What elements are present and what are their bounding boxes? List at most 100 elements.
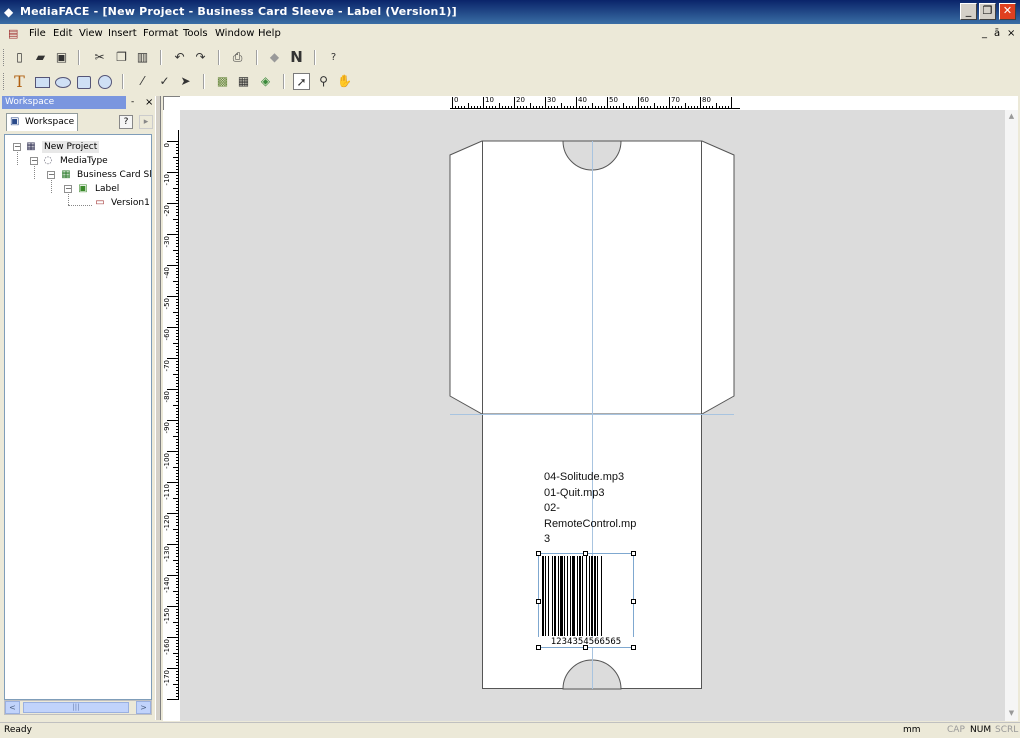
mdi-close-button[interactable]: × — [1007, 28, 1015, 40]
mdi-minimize-button[interactable]: _ — [982, 28, 987, 40]
tree-horizontal-scrollbar[interactable]: < ||| > — [4, 700, 152, 715]
ruler-label: -100 — [163, 453, 171, 469]
panel-close-button[interactable]: × — [145, 96, 153, 109]
design-canvas[interactable]: 04-Solitude.mp3 01-Quit.mp3 02- RemoteCo… — [180, 110, 1005, 721]
business-card-icon: ▦ — [61, 169, 71, 180]
ruler-label: -70 — [163, 360, 171, 372]
resize-handle[interactable] — [536, 551, 541, 556]
toolbar-separator — [78, 50, 80, 65]
minimize-button[interactable]: _ — [960, 3, 977, 20]
ruler-label: -80 — [163, 391, 171, 403]
n-icon[interactable]: N — [288, 49, 305, 66]
barcode-tool-icon[interactable]: ▦ — [235, 73, 252, 90]
barcode-object[interactable]: 1234354566565 — [536, 551, 636, 650]
panel-splitter[interactable] — [155, 96, 161, 720]
ruler-label: -50 — [163, 298, 171, 310]
open-icon[interactable]: ▰ — [32, 49, 49, 66]
tree-node-business-card-sleeve[interactable]: Business Card Sleeve — [77, 169, 151, 181]
workspace-nav-button[interactable]: ▸ — [139, 115, 153, 129]
toolbar-grip[interactable] — [3, 73, 7, 90]
hand-tool-icon[interactable]: ✋ — [336, 73, 353, 90]
tree-node-version1[interactable]: Version1 — [111, 197, 150, 209]
scroll-thumb[interactable]: ||| — [23, 702, 129, 713]
tab-workspace[interactable]: ▣ Workspace — [6, 113, 78, 131]
resize-handle[interactable] — [631, 551, 636, 556]
panel-pin-button[interactable]: - — [131, 96, 134, 109]
new-icon[interactable]: ▯ — [11, 49, 28, 66]
pen-tool-icon[interactable]: ✓ — [156, 73, 173, 90]
tree-node-mediatype[interactable]: MediaType — [60, 155, 108, 167]
project-icon: ▦ — [26, 141, 36, 152]
mdi-restore-button[interactable]: ā — [994, 28, 1000, 40]
horizontal-ruler-ticks — [450, 97, 740, 109]
menu-window[interactable]: Window — [215, 28, 254, 40]
tree-expander[interactable]: − — [30, 157, 38, 165]
menu-view[interactable]: View — [79, 28, 103, 40]
tree-expander[interactable]: − — [13, 143, 21, 151]
menu-insert[interactable]: Insert — [108, 28, 137, 40]
toolbar-grip[interactable] — [3, 49, 7, 66]
toolbar-separator — [314, 50, 316, 65]
toolbar-separator — [160, 50, 162, 65]
copy-icon[interactable]: ❐ — [113, 49, 130, 66]
ruler-label: 0 — [454, 96, 459, 104]
pointer-tool-icon[interactable]: ➚ — [293, 73, 310, 90]
zoom-tool-icon[interactable]: ⚲ — [315, 73, 332, 90]
rounded-rect-tool-icon[interactable] — [75, 73, 92, 90]
close-button[interactable]: ✕ — [999, 3, 1016, 20]
track-list-text[interactable]: 04-Solitude.mp3 01-Quit.mp3 02- RemoteCo… — [544, 470, 636, 548]
workspace-help-button[interactable]: ? — [119, 115, 133, 129]
menu-format[interactable]: Format — [143, 28, 178, 40]
barcode-bar — [597, 556, 598, 636]
app-icon[interactable]: ◆ — [4, 5, 18, 19]
redo-icon[interactable]: ↷ — [192, 49, 209, 66]
menu-file[interactable]: File — [29, 28, 46, 40]
ruler-label: 20 — [516, 96, 525, 104]
barcode-bar — [589, 556, 590, 636]
text-tool-icon[interactable]: T — [11, 73, 28, 90]
scroll-up-icon[interactable]: ▲ — [1006, 111, 1017, 122]
undo-icon[interactable]: ↶ — [171, 49, 188, 66]
scroll-right-button[interactable]: > — [136, 701, 151, 714]
resize-handle[interactable] — [631, 599, 636, 604]
ruler-label: -150 — [163, 608, 171, 624]
document-icon[interactable]: ▤ — [8, 27, 22, 41]
scroll-left-button[interactable]: < — [5, 701, 20, 714]
track-line: 01-Quit.mp3 — [544, 486, 605, 499]
save-icon[interactable]: ▣ — [53, 49, 70, 66]
tree-expander[interactable]: − — [64, 185, 72, 193]
menu-help[interactable]: Help — [258, 28, 281, 40]
status-unit: mm — [903, 725, 921, 735]
workspace-icon: ▣ — [10, 116, 20, 127]
line-tool-icon[interactable]: ⁄ — [134, 73, 151, 90]
shape-tool-icon[interactable]: ◈ — [257, 73, 274, 90]
barcode-bar — [552, 556, 553, 636]
menu-tools[interactable]: Tools — [183, 28, 208, 40]
resize-handle[interactable] — [631, 645, 636, 650]
resize-handle[interactable] — [583, 645, 588, 650]
standard-toolbar: ▯ ▰ ▣ ✂ ❐ ▥ ↶ ↷ ⎙ ◆ N ? — [0, 46, 1020, 69]
eraser-icon[interactable]: ◆ — [266, 49, 283, 66]
help-icon[interactable]: ? — [325, 49, 342, 66]
fill-tool-icon[interactable]: ➤ — [177, 73, 194, 90]
tree-expander[interactable]: − — [47, 171, 55, 179]
menu-edit[interactable]: Edit — [53, 28, 72, 40]
barcode-bars — [542, 556, 602, 636]
print-icon[interactable]: ⎙ — [229, 49, 246, 66]
cut-icon[interactable]: ✂ — [91, 49, 108, 66]
tree-line — [68, 194, 69, 205]
restore-button[interactable]: ❐ — [979, 3, 996, 20]
paste-icon[interactable]: ▥ — [134, 49, 151, 66]
scroll-down-icon[interactable]: ▼ — [1006, 708, 1017, 719]
tree-node-new-project[interactable]: New Project — [42, 141, 100, 153]
rectangle-tool-icon[interactable] — [33, 73, 50, 90]
ellipse-tool-icon[interactable] — [54, 73, 71, 90]
tree-node-label[interactable]: Label — [95, 183, 119, 195]
resize-handle[interactable] — [536, 599, 541, 604]
circle-tool-icon[interactable] — [96, 73, 113, 90]
canvas-vertical-scrollbar[interactable]: ▲ ▼ — [1005, 110, 1018, 721]
barcode-bar — [564, 556, 565, 636]
image-tool-icon[interactable]: ▩ — [214, 73, 231, 90]
resize-handle[interactable] — [536, 645, 541, 650]
resize-handle[interactable] — [583, 551, 588, 556]
